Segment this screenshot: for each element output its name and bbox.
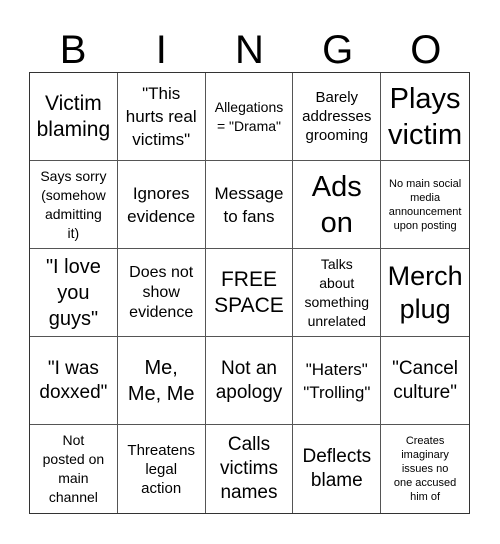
bingo-cell[interactable]: Threatens legal action: [118, 425, 206, 513]
cell-text: "I was doxxed": [39, 357, 108, 403]
bingo-cell[interactable]: Plays victim: [381, 73, 469, 161]
bingo-cell[interactable]: Ads on: [293, 161, 382, 249]
cell-text: Calls victims names: [219, 434, 279, 503]
bingo-cell[interactable]: Does not show evidence: [117, 249, 206, 337]
cell-text: Talks about something unrelated: [304, 255, 370, 329]
cell-text: Plays victim: [388, 82, 463, 151]
bingo-cell[interactable]: Ignores evidence: [117, 161, 206, 249]
bingo-cell[interactable]: Allegations = "Drama": [205, 73, 294, 161]
bingo-cell[interactable]: Talks about something unrelated: [293, 249, 382, 337]
free-space-cell[interactable]: FREE SPACE: [205, 249, 294, 337]
cell-text: Ignores evidence: [127, 183, 196, 226]
bingo-cell[interactable]: Calls victims names: [206, 425, 294, 513]
cell-text: Victim blaming: [36, 91, 111, 141]
bingo-cell[interactable]: "Haters" "Trolling": [293, 337, 382, 425]
header-letter-b: B: [59, 28, 87, 72]
header-letter-o: O: [410, 28, 442, 72]
cell-text: "Cancel culture": [392, 357, 459, 403]
bingo-cell[interactable]: "I love you guys": [30, 249, 118, 337]
cell-text: "I love you guys": [45, 255, 101, 330]
cell-text: Deflects blame: [302, 446, 372, 491]
header-letter-g: G: [322, 28, 354, 72]
header-letter-n: N: [235, 28, 264, 72]
bingo-cell[interactable]: Me, Me, Me: [117, 337, 206, 425]
header-letter-i: I: [155, 28, 167, 72]
cell-text: Ads on: [311, 170, 362, 239]
bingo-cell[interactable]: Deflects blame: [293, 425, 382, 513]
cell-text: Barely addresses grooming: [302, 89, 372, 144]
cell-text: "Haters" "Trolling": [303, 359, 371, 402]
cell-text: Does not show evidence: [129, 263, 194, 321]
bingo-cell[interactable]: No main social media announcement upon p…: [381, 161, 469, 249]
cell-text: FREE SPACE: [214, 267, 284, 317]
bingo-cell[interactable]: Message to fans: [205, 161, 294, 249]
cell-text: Says sorry (somehow admitting it): [40, 167, 107, 241]
bingo-cell[interactable]: Victim blaming: [30, 73, 118, 161]
bingo-cell[interactable]: Not posted on main channel: [30, 425, 118, 513]
bingo-grid: Victim blaming "This hurts real victims"…: [29, 72, 470, 514]
bingo-cell[interactable]: "This hurts real victims": [117, 73, 206, 161]
bingo-header: B I N G O: [29, 28, 470, 72]
bingo-cell[interactable]: Not an apology: [205, 337, 294, 425]
cell-text: Message to fans: [214, 183, 284, 226]
cell-text: Threatens legal action: [127, 441, 195, 497]
cell-text: Creates imaginary issues no one accused …: [393, 435, 457, 503]
cell-text: Not posted on main channel: [42, 432, 105, 505]
bingo-cell[interactable]: Merch plug: [381, 249, 469, 337]
bingo-cell[interactable]: "Cancel culture": [381, 337, 469, 425]
bingo-cell[interactable]: Says sorry (somehow admitting it): [30, 161, 118, 249]
cell-text: "This hurts real victims": [125, 84, 197, 149]
cell-text: Merch plug: [387, 260, 463, 324]
cell-text: Allegations = "Drama": [214, 98, 284, 134]
cell-text: Not an apology: [215, 357, 283, 403]
bingo-cell[interactable]: Creates imaginary issues no one accused …: [381, 425, 469, 513]
cell-text: Me, Me, Me: [127, 356, 195, 405]
bingo-cell[interactable]: Barely addresses grooming: [293, 73, 382, 161]
cell-text: No main social media announcement upon p…: [388, 177, 462, 232]
bingo-cell[interactable]: "I was doxxed": [30, 337, 118, 425]
